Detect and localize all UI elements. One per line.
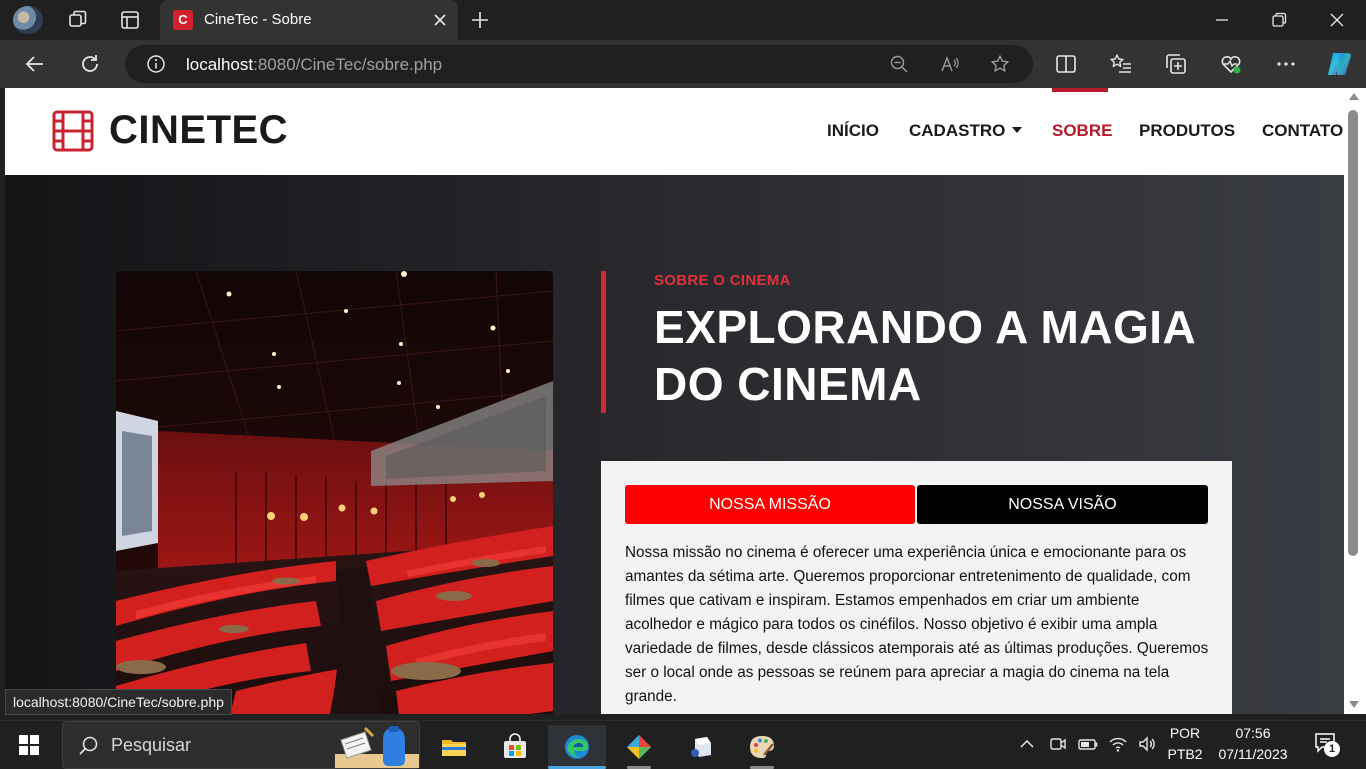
paint-palette-icon [750, 736, 774, 758]
url-host: localhost [186, 55, 254, 74]
status-bar-url: localhost:8080/CineTec/sobre.php [5, 689, 232, 715]
menu-item-inicio[interactable]: INÍCIO [827, 121, 879, 141]
scrollbar-thumb[interactable] [1348, 110, 1358, 556]
restore-icon[interactable] [1267, 8, 1291, 32]
more-menu-icon[interactable] [1274, 52, 1298, 76]
file-explorer-icon [442, 740, 466, 756]
browser-tab-active[interactable]: C CineTec - Sobre [160, 0, 458, 40]
copilot-icon[interactable] [1324, 49, 1354, 79]
keyboard-language-top[interactable]: POR [1166, 725, 1204, 741]
url-path: :8080/CineTec/sobre.php [253, 55, 443, 74]
new-tab-icon[interactable] [469, 9, 491, 31]
wifi-icon[interactable] [1108, 734, 1128, 754]
browser-essentials-icon[interactable] [1219, 52, 1243, 76]
favorite-star-icon[interactable] [990, 54, 1010, 74]
microsoft-store-icon [504, 733, 526, 758]
film-logo-icon[interactable] [52, 110, 94, 152]
tab-nossa-visao[interactable]: NOSSA VISÃO [917, 485, 1208, 524]
keyboard-language-bottom[interactable]: PTB2 [1166, 746, 1204, 762]
workspaces-icon[interactable] [67, 9, 89, 31]
site-logo-text[interactable]: CINETEC [109, 108, 288, 153]
taskbar-paint-app[interactable] [733, 725, 791, 769]
url-text[interactable]: localhost:8080/CineTec/sobre.php [186, 55, 442, 75]
address-bar[interactable]: localhost:8080/CineTec/sobre.php [125, 45, 1033, 83]
read-aloud-icon[interactable] [940, 54, 960, 74]
meet-now-camera-icon[interactable] [1048, 734, 1068, 754]
favorites-list-icon[interactable] [1109, 52, 1133, 76]
windows-start-icon[interactable] [19, 735, 39, 755]
cinema-auditorium-image [116, 271, 553, 714]
tab-favicon: C [173, 10, 193, 30]
vertical-tabs-icon[interactable] [119, 9, 141, 31]
search-highlight-illustration-icon [335, 726, 419, 768]
page-viewport: CINETEC INÍCIO CADASTRO SOBRE PRODUTOS C… [5, 88, 1344, 714]
taskbar-git-app[interactable] [610, 725, 668, 769]
scroll-up-arrow-icon[interactable] [1349, 93, 1359, 100]
page-title: EXPLORANDO A MAGIA DO CINEMA [654, 301, 1195, 410]
volume-icon[interactable] [1137, 734, 1157, 754]
menu-item-cadastro[interactable]: CADASTRO [909, 121, 1023, 141]
windows-taskbar: Pesquisar POR PTB2 07:56 07/11/2023 1 [0, 720, 1366, 769]
menu-item-sobre[interactable]: SOBRE [1052, 121, 1112, 141]
tab-nossa-missao[interactable]: NOSSA MISSÃO [625, 485, 915, 524]
menu-item-cadastro-label: CADASTRO [909, 121, 1006, 140]
notification-count-badge: 1 [1324, 741, 1340, 757]
browser-toolbar: localhost:8080/CineTec/sobre.php [0, 40, 1366, 88]
mission-text: Nossa missão no cinema é oferecer uma ex… [625, 544, 1209, 705]
scroll-down-arrow-icon[interactable] [1349, 701, 1359, 708]
about-hero-section: SOBRE O CINEMA EXPLORANDO A MAGIA DO CIN… [5, 175, 1344, 714]
title-accent-line [601, 271, 606, 413]
notification-center-button[interactable]: 1 [1314, 731, 1340, 757]
taskbar-microsoft-store[interactable] [486, 725, 544, 769]
section-eyebrow: SOBRE O CINEMA [654, 272, 791, 289]
mission-vision-panel: NOSSA MISSÃO NOSSA VISÃO Nossa missão no… [601, 461, 1232, 714]
battery-icon[interactable] [1078, 734, 1098, 754]
show-hidden-icons-chevron-icon[interactable] [1017, 734, 1037, 754]
site-header: CINETEC INÍCIO CADASTRO SOBRE PRODUTOS C… [5, 88, 1344, 175]
taskbar-search-box[interactable]: Pesquisar [62, 721, 420, 769]
active-menu-indicator [1052, 88, 1108, 92]
virtual-machine-icon [691, 737, 711, 757]
profile-avatar[interactable] [13, 6, 43, 34]
browser-tab-strip: C CineTec - Sobre [0, 0, 1366, 40]
edge-browser-icon [565, 735, 589, 759]
clock-time[interactable]: 07:56 [1214, 725, 1292, 741]
git-diamond-icon [627, 735, 651, 759]
site-info-icon[interactable] [146, 54, 166, 74]
minimize-icon[interactable] [1210, 8, 1234, 32]
taskbar-virtualbox-app[interactable] [672, 725, 730, 769]
clock-date[interactable]: 07/11/2023 [1214, 746, 1292, 762]
search-icon [79, 736, 98, 755]
taskbar-edge-browser[interactable] [548, 725, 606, 769]
tab-title: CineTec - Sobre [204, 11, 312, 28]
taskbar-file-explorer[interactable] [425, 725, 483, 769]
menu-item-produtos[interactable]: PRODUTOS [1139, 121, 1235, 141]
close-tab-icon[interactable] [430, 10, 450, 30]
refresh-icon[interactable] [78, 52, 102, 76]
search-placeholder: Pesquisar [111, 735, 192, 755]
dropdown-caret-icon [1012, 126, 1023, 133]
back-arrow-icon[interactable] [23, 52, 47, 76]
collections-icon[interactable] [1164, 52, 1188, 76]
close-window-icon[interactable] [1325, 8, 1349, 32]
zoom-out-icon[interactable] [889, 54, 909, 74]
split-screen-icon[interactable] [1054, 52, 1078, 76]
menu-item-contato[interactable]: CONTATO [1262, 121, 1343, 141]
